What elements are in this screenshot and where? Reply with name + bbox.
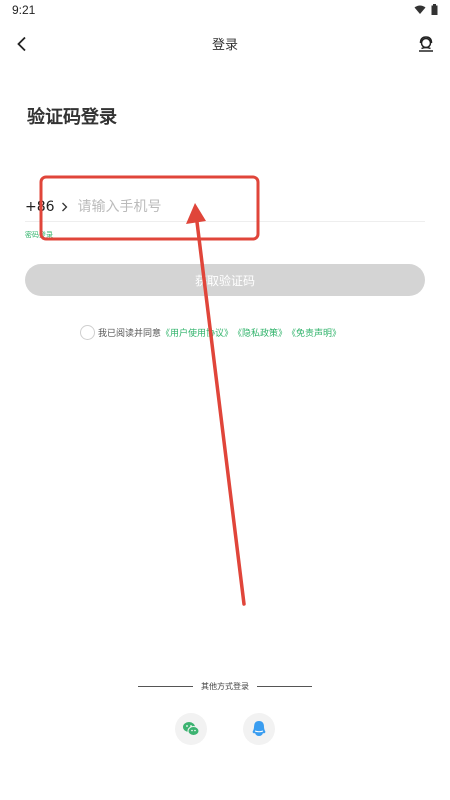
phone-input-row: +86 xyxy=(25,192,425,222)
wifi-icon xyxy=(414,5,426,14)
page-title: 验证码登录 xyxy=(27,107,117,128)
chevron-right-icon[interactable] xyxy=(61,202,68,212)
status-time: 9:21 xyxy=(12,3,36,17)
nav-title: 登录 xyxy=(211,38,238,53)
qq-login-button[interactable] xyxy=(243,713,275,745)
nav-bar: 登录 xyxy=(0,22,450,66)
country-code-selector[interactable]: +86 xyxy=(25,199,55,215)
disclaimer-link[interactable]: 《免责声明》 xyxy=(287,326,341,339)
agree-checkbox[interactable] xyxy=(80,325,95,340)
wechat-icon xyxy=(183,722,200,736)
password-login-link[interactable]: 密码登录 xyxy=(25,230,53,240)
customer-service-button[interactable] xyxy=(412,30,440,58)
customer-service-icon xyxy=(419,36,433,52)
social-login-row xyxy=(0,713,450,745)
battery-icon xyxy=(431,4,438,15)
divider-line-right xyxy=(257,686,312,687)
phone-input[interactable] xyxy=(77,198,378,215)
status-bar: 9:21 xyxy=(0,0,450,22)
agreement-row: 我已阅读并同意 《用户使用协议》 《隐私政策》 《免责声明》 xyxy=(80,325,341,340)
other-login-label: 其他方式登录 xyxy=(201,682,249,691)
divider-line-left xyxy=(138,686,193,687)
user-agreement-link[interactable]: 《用户使用协议》 xyxy=(161,326,233,339)
qq-icon xyxy=(252,721,266,736)
agreement-prefix: 我已阅读并同意 xyxy=(98,329,162,339)
wechat-login-button[interactable] xyxy=(175,713,207,745)
get-code-button[interactable]: 获取验证码 xyxy=(25,264,425,296)
other-login-divider: 其他方式登录 xyxy=(0,681,450,692)
privacy-policy-link[interactable]: 《隐私政策》 xyxy=(233,326,287,339)
status-icons xyxy=(414,4,438,15)
